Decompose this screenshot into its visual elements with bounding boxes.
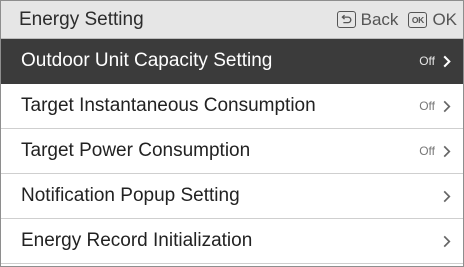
- chevron-right-icon: [441, 234, 453, 248]
- menu-item-energy-record-initialization[interactable]: Energy Record Initialization: [1, 219, 463, 264]
- menu-item-label: Energy Record Initialization: [21, 230, 253, 251]
- menu-item-notification-popup-setting[interactable]: Notification Popup Setting: [1, 174, 463, 219]
- menu-item-label: Target Power Consumption: [21, 140, 251, 161]
- menu-item-outdoor-unit-capacity[interactable]: Outdoor Unit Capacity Setting Off: [1, 39, 463, 84]
- ok-icon: OK: [408, 11, 428, 28]
- chevron-right-icon: [441, 54, 453, 68]
- menu-item-label: Notification Popup Setting: [21, 185, 240, 206]
- menu-item-value: Off: [419, 144, 435, 158]
- menu-item-value: Off: [419, 54, 435, 68]
- energy-setting-screen: Energy Setting Back OK OK Outdoor Unit C…: [0, 0, 464, 267]
- menu-item-target-power-consumption[interactable]: Target Power Consumption Off: [1, 129, 463, 174]
- page-title: Energy Setting: [19, 8, 144, 30]
- back-button[interactable]: Back: [336, 9, 399, 30]
- chevron-right-icon: [441, 99, 453, 113]
- chevron-right-icon: [441, 189, 453, 203]
- menu-item-label: Target Instantaneous Consumption: [21, 95, 316, 116]
- ok-label: OK: [432, 9, 457, 29]
- menu-list: Outdoor Unit Capacity Setting Off Target…: [1, 39, 463, 264]
- chevron-right-icon: [441, 144, 453, 158]
- menu-item-target-instantaneous-consumption[interactable]: Target Instantaneous Consumption Off: [1, 84, 463, 129]
- back-label: Back: [360, 9, 399, 29]
- ok-button[interactable]: OK OK: [408, 10, 457, 30]
- menu-item-label: Outdoor Unit Capacity Setting: [21, 50, 273, 71]
- menu-item-value: Off: [419, 99, 435, 113]
- back-icon: [336, 11, 356, 28]
- header-bar: Energy Setting Back OK OK: [1, 1, 463, 39]
